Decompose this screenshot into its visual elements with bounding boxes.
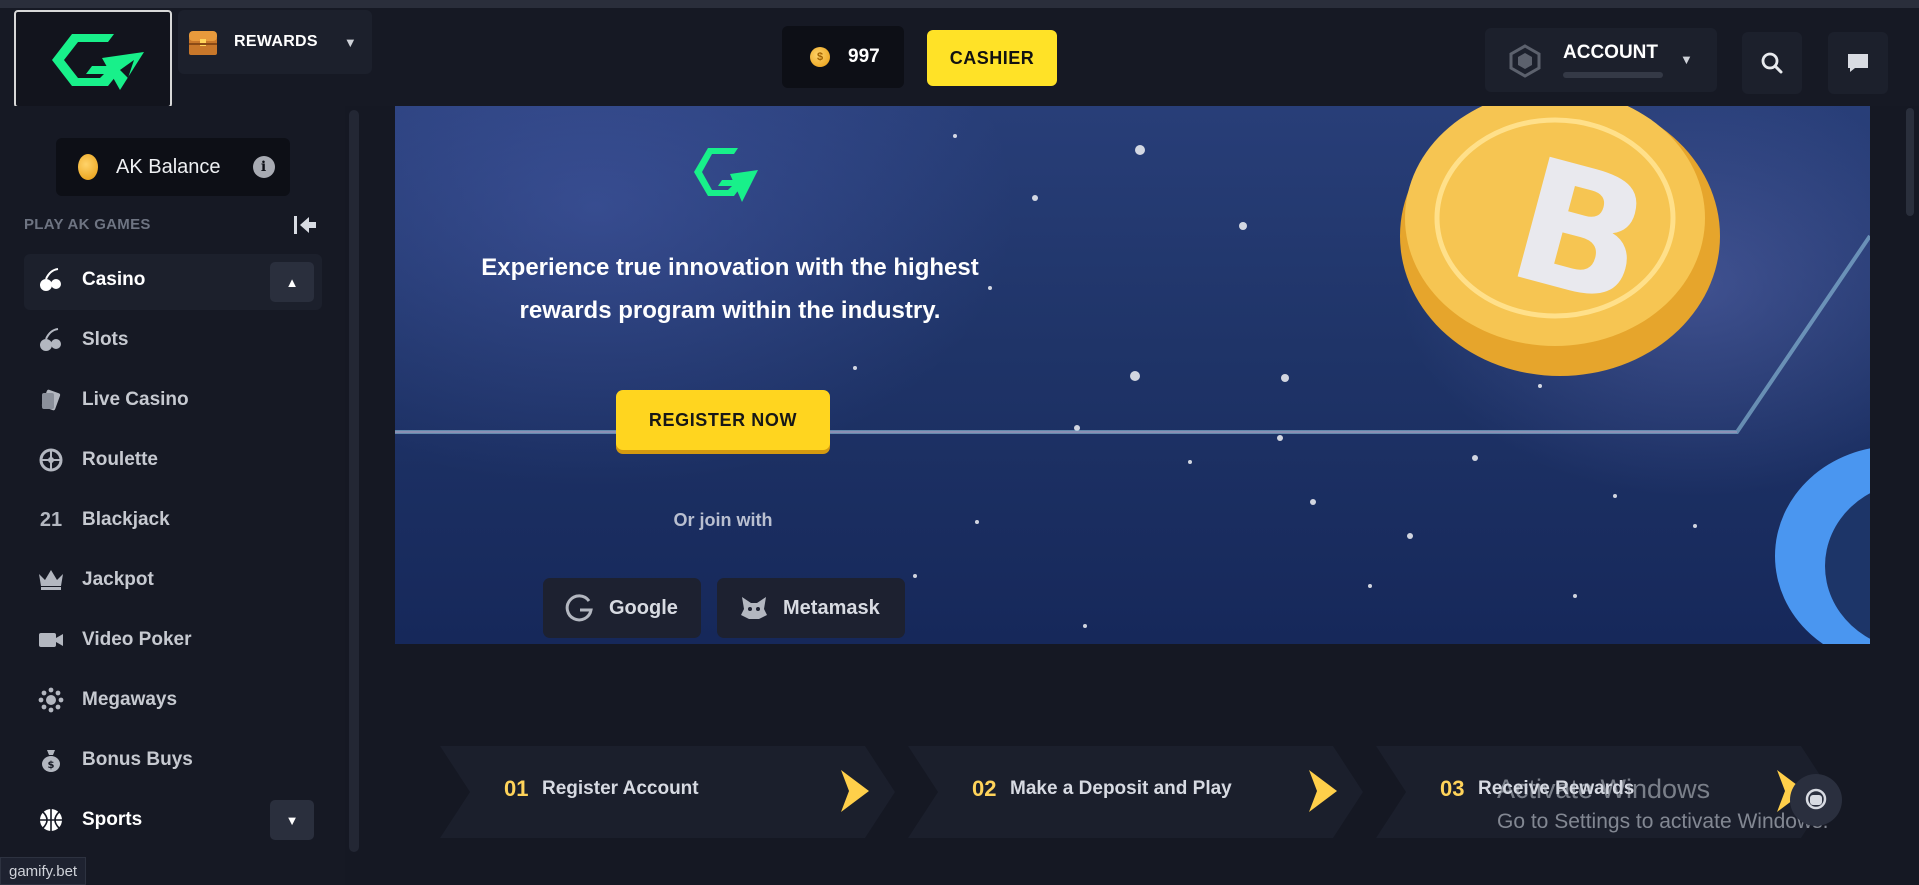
or-join-with-label: Or join with: [673, 510, 773, 530]
step-card: 01 Register Account: [440, 746, 900, 838]
collapse-sidebar-icon[interactable]: [292, 214, 318, 236]
info-icon[interactable]: i: [252, 156, 275, 178]
hero-banner: B Experience true innovation with the hi…: [395, 106, 1870, 644]
coin-balance-value: 997: [848, 46, 880, 67]
gamify-logo-icon: [694, 148, 758, 202]
blue-ring-illustration: [1775, 448, 1870, 644]
gamify-logo-icon: [52, 34, 144, 90]
sidebar-item-label: Live Casino: [82, 389, 189, 410]
bitcoin-coin-illustration: B: [1400, 106, 1720, 376]
search-icon: [1761, 52, 1783, 74]
blackjack-21-icon: 21: [39, 508, 63, 531]
roulette-icon: [36, 445, 66, 475]
money-bag-icon: $: [36, 745, 66, 775]
hexagon-avatar-icon: [1509, 44, 1541, 78]
step-label: Register Account: [542, 778, 699, 799]
sidebar-scrollbar[interactable]: [349, 110, 359, 852]
page-scrollbar[interactable]: [1906, 108, 1914, 216]
account-dropdown[interactable]: ACCOUNT ▼: [1485, 28, 1717, 92]
sidebar-item-label: Megaways: [82, 689, 178, 710]
hero-heading-line-2: rewards program within the industry.: [519, 297, 941, 324]
sidebar-item-label: Bonus Buys: [82, 749, 193, 770]
sidebar-item-label: Sports: [82, 809, 143, 830]
casino-icon: [36, 265, 66, 295]
hero-heading-line-1: Experience true innovation with the high…: [481, 254, 979, 281]
step-number: 03: [1440, 776, 1465, 801]
cherries-icon: [36, 325, 66, 355]
sidebar-item-label: Casino: [82, 269, 146, 290]
step-number: 01: [504, 776, 529, 801]
sidebar-item-bonus-buys[interactable]: $ Bonus Buys: [24, 736, 322, 784]
metamask-label: Metamask: [783, 596, 880, 619]
chat-button[interactable]: [1828, 32, 1888, 94]
sidebar-item-label: Roulette: [82, 449, 158, 470]
cashier-button[interactable]: CASHIER: [927, 30, 1057, 86]
coin-balance[interactable]: $ 997: [782, 26, 904, 88]
step-card: 02 Make a Deposit and Play: [908, 746, 1368, 838]
site-logo[interactable]: [14, 10, 172, 108]
support-agent-icon: [1805, 788, 1827, 810]
google-icon: [565, 594, 593, 622]
sidebar-item-sports[interactable]: Sports ▼: [24, 796, 322, 844]
sidebar-item-megaways[interactable]: Megaways: [24, 676, 322, 724]
top-header: REWARDS ▼ $ 997 CASHIER ACCOUNT ▼: [0, 8, 1919, 108]
coin-icon: $: [810, 47, 830, 67]
cards-icon: [36, 385, 66, 415]
windows-activation-watermark-title: Activate Windows: [1497, 774, 1711, 804]
register-now-button[interactable]: REGISTER NOW: [616, 390, 830, 450]
chevron-right-icon: [841, 770, 869, 812]
chat-icon: [1848, 54, 1868, 72]
sidebar-item-live-casino[interactable]: Live Casino: [24, 376, 322, 424]
sidebar-item-label: Slots: [82, 329, 129, 350]
starfield-background: B: [395, 106, 1870, 644]
section-label: PLAY AK GAMES: [24, 216, 151, 233]
windows-activation-watermark-subtitle: Go to Settings to activate Windows.: [1497, 810, 1829, 833]
chevron-right-icon: [1309, 770, 1337, 812]
google-login-button[interactable]: Google: [543, 578, 701, 638]
megaways-icon: [36, 685, 66, 715]
step-number: 02: [972, 776, 997, 801]
sidebar-item-slots[interactable]: Slots: [24, 316, 322, 364]
svg-text:$: $: [48, 760, 55, 771]
expand-toggle-button[interactable]: ▼: [270, 800, 314, 840]
treasure-chest-icon: [189, 31, 217, 55]
sidebar-item-casino[interactable]: Casino: [24, 256, 322, 304]
rewards-dropdown[interactable]: REWARDS ▼: [178, 10, 372, 74]
chevron-down-icon: ▼: [1680, 52, 1693, 67]
browser-top-strip: [0, 0, 1919, 8]
crown-icon: [36, 565, 66, 595]
account-label: ACCOUNT: [1563, 42, 1658, 63]
ak-balance-label: AK Balance: [116, 155, 221, 178]
google-label: Google: [609, 596, 678, 619]
video-camera-icon: [36, 625, 66, 655]
coin-icon: [78, 154, 98, 180]
search-button[interactable]: [1742, 32, 1802, 94]
sidebar-item-video-poker[interactable]: Video Poker: [24, 616, 322, 664]
sidebar-item-jackpot[interactable]: Jackpot: [24, 556, 322, 604]
hero-heading: Experience true innovation with the high…: [440, 246, 1020, 332]
sidebar-item-roulette[interactable]: Roulette: [24, 436, 322, 484]
status-bar-url: gamify.bet: [0, 857, 87, 885]
basketball-icon: [36, 805, 66, 835]
sidebar-item-label: Video Poker: [82, 629, 192, 650]
sidebar: AK Balance i PLAY AK GAMES ▲ Casino Slot…: [0, 106, 345, 885]
rewards-label: REWARDS: [234, 33, 318, 50]
chevron-down-icon: ▼: [343, 34, 357, 50]
sidebar-item-blackjack[interactable]: 21 Blackjack: [24, 496, 322, 544]
ak-balance-widget[interactable]: AK Balance i: [56, 138, 290, 196]
metamask-login-button[interactable]: Metamask: [717, 578, 905, 638]
account-progress-bar: [1563, 72, 1663, 78]
step-label: Make a Deposit and Play: [1010, 778, 1232, 799]
sidebar-item-label: Blackjack: [82, 509, 170, 530]
metamask-fox-icon: [741, 597, 767, 619]
sidebar-item-label: Jackpot: [82, 569, 154, 590]
support-chat-button[interactable]: [1790, 774, 1842, 826]
